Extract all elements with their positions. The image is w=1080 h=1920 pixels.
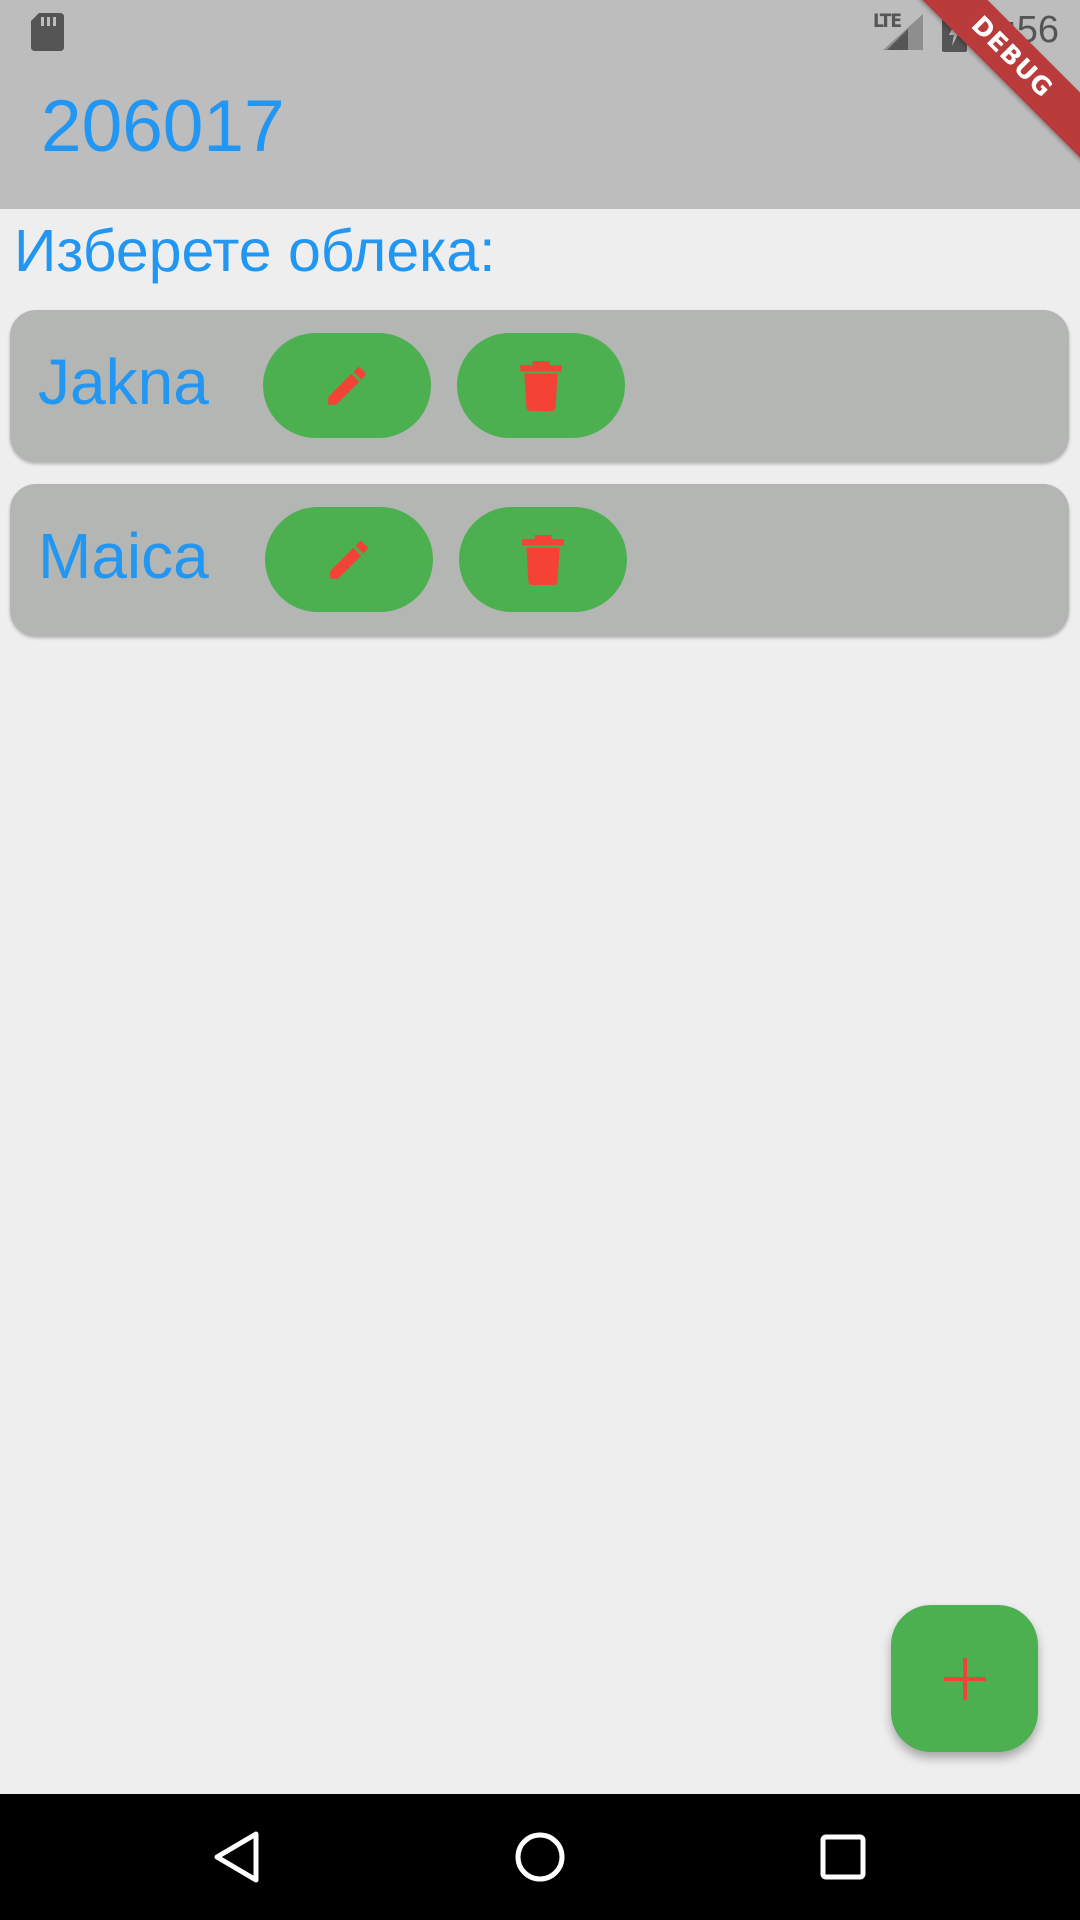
- recents-square-icon: [820, 1834, 866, 1880]
- app-bar: LTE 2:56 206017: [0, 0, 1080, 209]
- home-circle-icon: [515, 1832, 565, 1882]
- back-triangle-icon: [214, 1831, 259, 1883]
- status-bar: LTE 2:56: [0, 0, 1080, 63]
- delete-item-button[interactable]: [457, 333, 625, 438]
- delete-item-button[interactable]: [459, 507, 627, 612]
- back-button[interactable]: [204, 1824, 270, 1890]
- edit-item-button[interactable]: [265, 507, 433, 612]
- trash-icon: [522, 534, 564, 585]
- clothing-item-name: Maica: [38, 520, 209, 592]
- pencil-icon: [328, 366, 366, 405]
- trash-icon: [520, 360, 562, 411]
- pencil-icon: [330, 540, 368, 579]
- clothing-item-card: Maica: [10, 484, 1069, 636]
- add-item-button[interactable]: [891, 1605, 1038, 1752]
- recents-button[interactable]: [810, 1824, 876, 1890]
- edit-item-button[interactable]: [263, 333, 431, 438]
- clothing-item-card: Jakna: [10, 310, 1069, 462]
- signal-icon: [883, 14, 923, 50]
- choose-clothing-heading: Изберете облека:: [14, 218, 496, 284]
- page-title: 206017: [41, 86, 285, 167]
- clothing-item-name: Jakna: [38, 346, 209, 418]
- home-button[interactable]: [507, 1824, 573, 1890]
- app-screen: LTE 2:56 206017 DEBUG Изберете облека: J…: [0, 0, 1080, 1920]
- sd-card-icon: [31, 13, 64, 51]
- system-navigation-bar: [0, 1794, 1080, 1920]
- plus-icon: [943, 1657, 986, 1700]
